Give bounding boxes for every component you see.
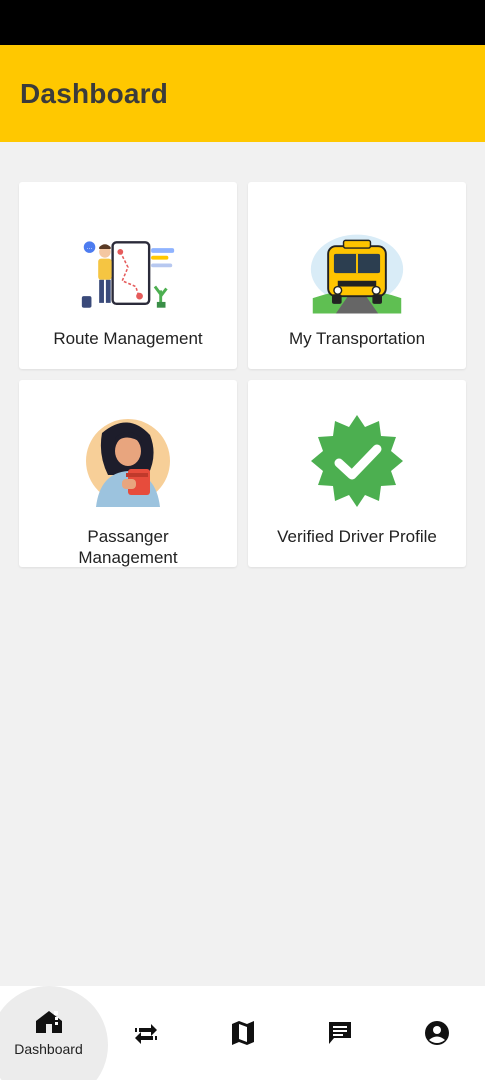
passenger-label-line2: Management — [78, 548, 178, 567]
route-management-card[interactable]: ... Route Management — [19, 182, 237, 369]
passenger-label-line1: Passanger — [87, 527, 169, 546]
chat-icon — [328, 1022, 351, 1044]
swap-arrows-icon — [134, 1024, 157, 1044]
verified-driver-profile-card[interactable]: Verified Driver Profile — [248, 380, 466, 567]
account-circle-icon — [424, 1021, 449, 1045]
dashboard-grid: ... Route Management My Transportation P… — [19, 182, 466, 567]
verified-driver-profile-label: Verified Driver Profile — [277, 527, 437, 546]
nav-messages[interactable] — [291, 986, 388, 1080]
passenger-avatar-illustration — [78, 416, 178, 507]
app-bar: Dashboard — [0, 45, 485, 142]
my-transportation-card[interactable]: My Transportation — [248, 182, 466, 369]
map-icon — [231, 1021, 254, 1045]
page-title: Dashboard — [20, 77, 169, 109]
status-bar — [0, 0, 485, 45]
passenger-management-card[interactable]: Passanger Management — [19, 380, 237, 567]
passenger-management-label: Passanger Management — [25, 526, 231, 568]
nav-map[interactable] — [194, 986, 291, 1080]
route-management-label: Route Management — [53, 329, 203, 348]
nav-swap[interactable] — [97, 986, 194, 1080]
my-transportation-label: My Transportation — [288, 329, 426, 348]
route-map-illustration: ... — [78, 230, 178, 320]
verified-badge-icon — [307, 415, 407, 507]
nav-dashboard-label: Dashboard — [14, 1041, 83, 1057]
home-icon — [35, 1011, 62, 1033]
bottom-navigation: Dashboard — [0, 986, 485, 1080]
nav-dashboard[interactable]: Dashboard — [0, 986, 108, 1080]
nav-profile[interactable] — [388, 986, 485, 1080]
school-bus-illustration — [307, 230, 407, 320]
svg-text:...: ... — [87, 245, 93, 251]
